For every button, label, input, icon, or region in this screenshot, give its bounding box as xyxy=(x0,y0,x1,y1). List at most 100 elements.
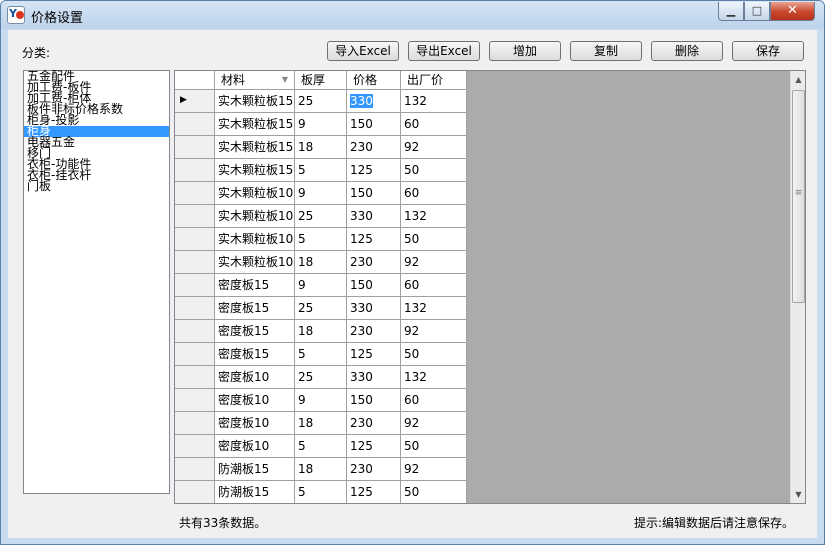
table-cell[interactable]: 18 xyxy=(295,458,347,481)
minimize-button[interactable]: ▁ xyxy=(718,2,744,21)
table-cell[interactable]: 防潮板15 xyxy=(215,481,295,503)
category-list[interactable]: 五金配件 加工费-板件 加工费-柜体 板件非标价格系数 柜身-投影 柜身 电器五金 移门 衣柜-… xyxy=(23,70,170,494)
price-table[interactable]: ▲ ≡ ▼ 材料 ▼ 板厚 价格 出厂价 ▶ 实木颗粒板15 25 330 132 实木颗粒板15 9… xyxy=(174,70,806,504)
row-header[interactable] xyxy=(175,205,215,228)
row-header[interactable] xyxy=(175,113,215,136)
table-cell[interactable]: 9 xyxy=(295,113,347,136)
category-item[interactable]: 门板 xyxy=(24,180,169,192)
row-header[interactable] xyxy=(175,136,215,159)
table-cell[interactable]: 实木颗粒板10 xyxy=(215,251,295,274)
table-cell[interactable]: 60 xyxy=(401,389,467,412)
table-cell[interactable]: 92 xyxy=(401,251,467,274)
table-cell[interactable]: 实木颗粒板15 xyxy=(215,136,295,159)
table-cell[interactable]: 实木颗粒板10 xyxy=(215,205,295,228)
row-header[interactable] xyxy=(175,481,215,503)
table-cell[interactable]: 密度板15 xyxy=(215,297,295,320)
row-header[interactable] xyxy=(175,251,215,274)
table-cell[interactable]: 9 xyxy=(295,274,347,297)
row-header[interactable] xyxy=(175,159,215,182)
table-cell[interactable]: 230 xyxy=(347,320,401,343)
title-bar[interactable]: Y 价格设置 ▁ □ ✕ xyxy=(1,1,824,29)
table-cell[interactable]: 92 xyxy=(401,136,467,159)
table-cell[interactable]: 330 xyxy=(347,366,401,389)
scroll-thumb[interactable]: ≡ xyxy=(792,90,805,303)
table-cell[interactable]: 9 xyxy=(295,182,347,205)
table-cell[interactable]: 92 xyxy=(401,412,467,435)
table-cell[interactable]: 密度板10 xyxy=(215,366,295,389)
table-cell[interactable]: 密度板10 xyxy=(215,435,295,458)
table-cell[interactable]: 132 xyxy=(401,297,467,320)
maximize-button[interactable]: □ xyxy=(744,2,770,21)
table-cell[interactable]: 132 xyxy=(401,366,467,389)
table-cell[interactable]: 125 xyxy=(347,343,401,366)
table-cell[interactable]: 230 xyxy=(347,412,401,435)
row-header[interactable] xyxy=(175,343,215,366)
row-header[interactable] xyxy=(175,366,215,389)
table-cell[interactable]: 330 xyxy=(347,90,401,113)
table-cell[interactable]: 5 xyxy=(295,159,347,182)
vertical-scrollbar[interactable]: ▲ ≡ ▼ xyxy=(790,71,805,503)
table-cell[interactable]: 92 xyxy=(401,320,467,343)
table-cell[interactable]: 92 xyxy=(401,458,467,481)
close-button[interactable]: ✕ xyxy=(770,2,815,21)
row-header[interactable] xyxy=(175,458,215,481)
table-cell[interactable]: 18 xyxy=(295,320,347,343)
table-cell[interactable]: 9 xyxy=(295,389,347,412)
table-cell[interactable]: 330 xyxy=(347,297,401,320)
table-cell[interactable]: 25 xyxy=(295,366,347,389)
save-button[interactable]: 保存 xyxy=(732,41,804,61)
table-cell[interactable]: 125 xyxy=(347,159,401,182)
table-cell[interactable]: 230 xyxy=(347,458,401,481)
table-cell[interactable]: 实木颗粒板15 xyxy=(215,90,295,113)
row-header[interactable] xyxy=(175,435,215,458)
table-cell[interactable]: 实木颗粒板15 xyxy=(215,159,295,182)
table-cell[interactable]: 18 xyxy=(295,412,347,435)
table-cell[interactable]: 密度板15 xyxy=(215,274,295,297)
table-cell[interactable]: 实木颗粒板10 xyxy=(215,228,295,251)
import-excel-button[interactable]: 导入Excel xyxy=(327,41,399,61)
column-header[interactable]: 材料 ▼ xyxy=(215,71,295,90)
table-cell[interactable]: 实木颗粒板15 xyxy=(215,113,295,136)
table-cell[interactable]: 150 xyxy=(347,182,401,205)
table-cell[interactable]: 60 xyxy=(401,113,467,136)
table-cell[interactable]: 实木颗粒板10 xyxy=(215,182,295,205)
table-cell[interactable]: 330 xyxy=(347,205,401,228)
table-cell[interactable]: 230 xyxy=(347,251,401,274)
table-cell[interactable]: 18 xyxy=(295,251,347,274)
row-header[interactable]: ▶ xyxy=(175,90,215,113)
row-header[interactable] xyxy=(175,389,215,412)
row-header[interactable] xyxy=(175,182,215,205)
export-excel-button[interactable]: 导出Excel xyxy=(408,41,480,61)
row-header[interactable] xyxy=(175,412,215,435)
column-header[interactable]: 价格 xyxy=(347,71,401,90)
table-cell[interactable]: 230 xyxy=(347,136,401,159)
table-cell[interactable]: 60 xyxy=(401,274,467,297)
table-cell[interactable]: 125 xyxy=(347,435,401,458)
table-cell[interactable]: 50 xyxy=(401,228,467,251)
table-cell[interactable]: 密度板10 xyxy=(215,412,295,435)
row-header[interactable] xyxy=(175,320,215,343)
table-cell[interactable]: 25 xyxy=(295,205,347,228)
table-cell[interactable]: 125 xyxy=(347,481,401,503)
table-cell[interactable]: 50 xyxy=(401,343,467,366)
table-cell[interactable]: 密度板15 xyxy=(215,343,295,366)
table-cell[interactable]: 150 xyxy=(347,389,401,412)
table-cell[interactable]: 密度板10 xyxy=(215,389,295,412)
table-cell[interactable]: 5 xyxy=(295,228,347,251)
table-cell[interactable]: 150 xyxy=(347,113,401,136)
table-cell[interactable]: 125 xyxy=(347,228,401,251)
scroll-up-arrow-icon[interactable]: ▲ xyxy=(791,71,805,88)
copy-button[interactable]: 复制 xyxy=(570,41,642,61)
table-cell[interactable]: 防潮板15 xyxy=(215,458,295,481)
table-cell[interactable]: 25 xyxy=(295,297,347,320)
table-cell[interactable]: 60 xyxy=(401,182,467,205)
table-cell[interactable]: 50 xyxy=(401,435,467,458)
table-cell[interactable]: 5 xyxy=(295,435,347,458)
table-cell[interactable]: 5 xyxy=(295,481,347,503)
row-header[interactable] xyxy=(175,297,215,320)
table-cell[interactable]: 18 xyxy=(295,136,347,159)
row-header[interactable] xyxy=(175,274,215,297)
scroll-down-arrow-icon[interactable]: ▼ xyxy=(791,486,805,503)
table-cell[interactable]: 50 xyxy=(401,159,467,182)
table-cell[interactable]: 25 xyxy=(295,90,347,113)
